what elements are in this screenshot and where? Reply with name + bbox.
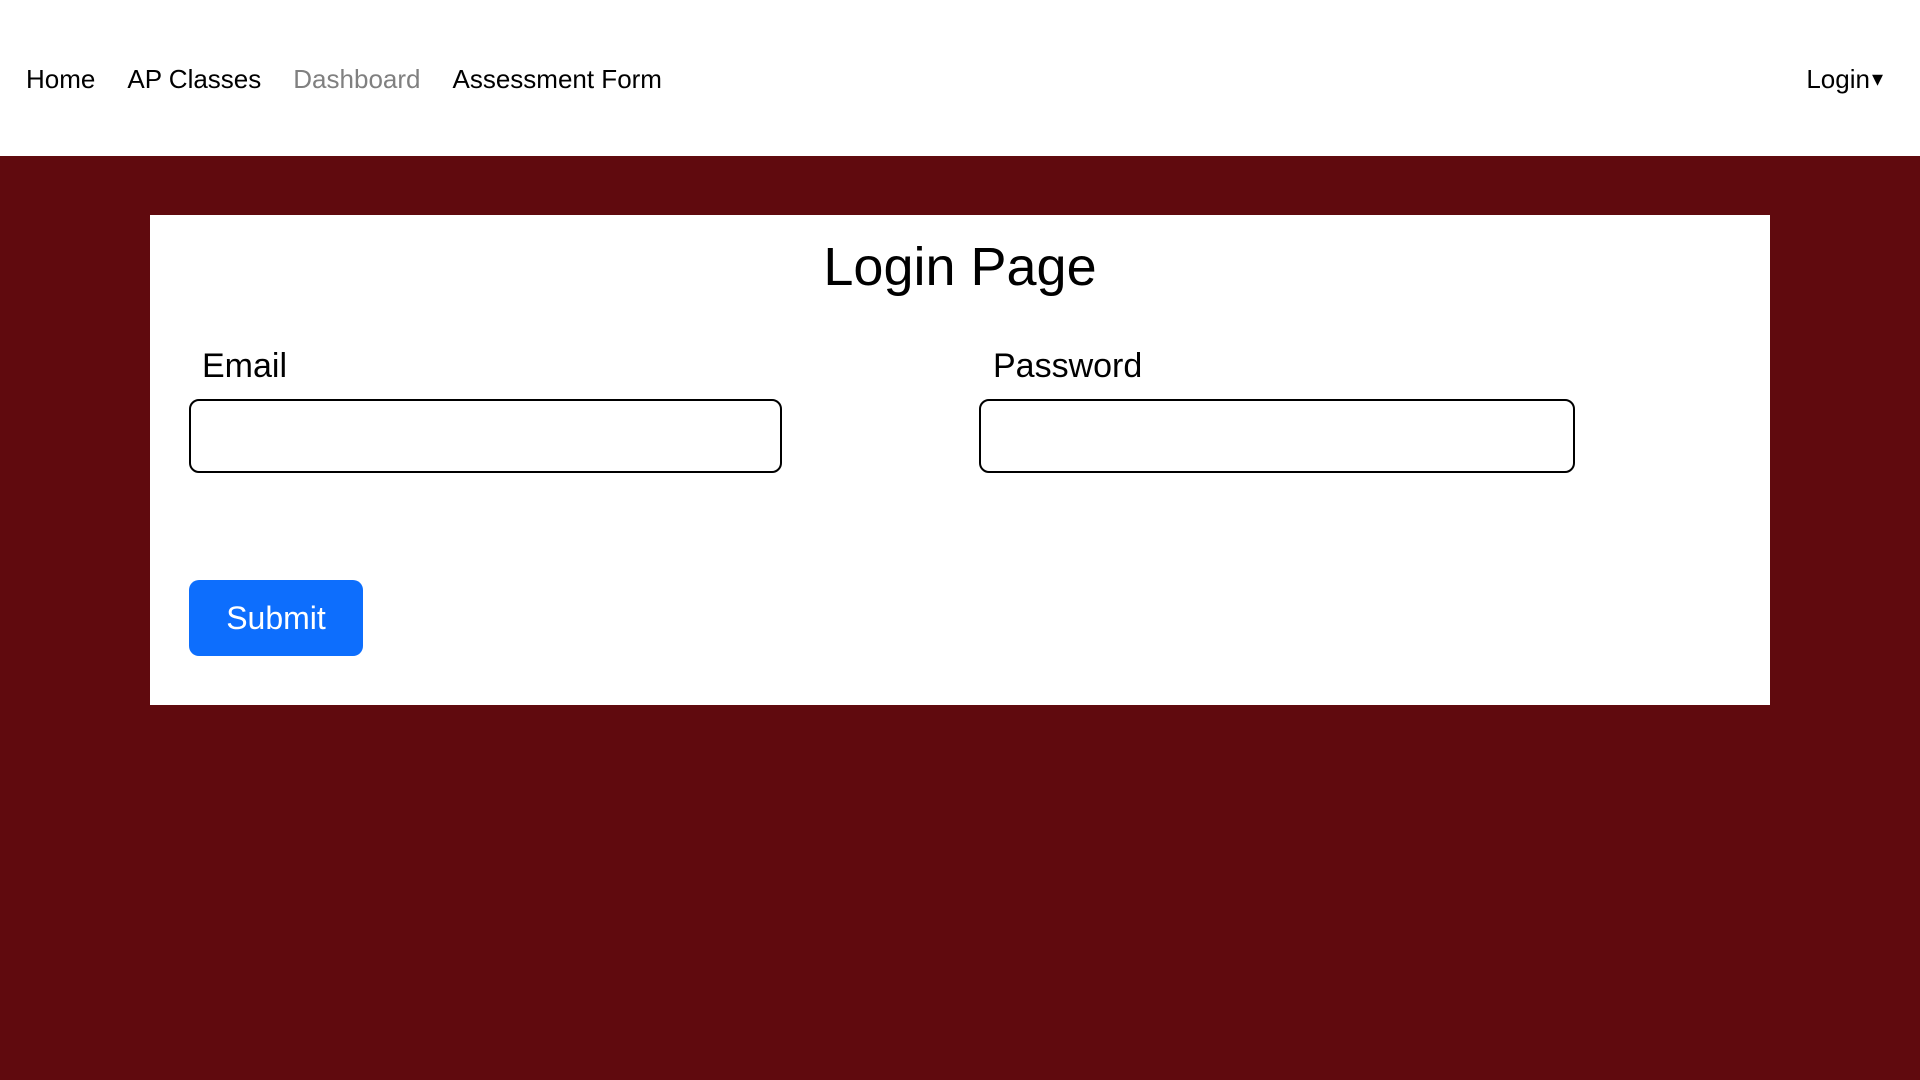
nav-link-home[interactable]: Home xyxy=(26,60,95,98)
password-input[interactable] xyxy=(979,399,1575,473)
email-label: Email xyxy=(202,347,288,385)
login-dropdown[interactable]: Login ▾ xyxy=(1806,60,1883,98)
nav-links: Home AP Classes Dashboard Assessment For… xyxy=(26,60,694,98)
submit-button[interactable]: Submit xyxy=(189,580,363,656)
login-dropdown-label: Login xyxy=(1806,64,1870,94)
nav-link-ap-classes[interactable]: AP Classes xyxy=(127,60,261,98)
nav-link-assessment-form[interactable]: Assessment Form xyxy=(452,60,662,98)
email-input[interactable] xyxy=(189,399,782,473)
page-title: Login Page xyxy=(823,237,1097,297)
caret-down-icon: ▾ xyxy=(1871,66,1883,91)
top-navbar: Home AP Classes Dashboard Assessment For… xyxy=(0,0,1920,156)
nav-link-dashboard[interactable]: Dashboard xyxy=(293,60,420,98)
password-label: Password xyxy=(993,347,1143,385)
main-content: Login Page Email Password Submit xyxy=(0,156,1920,1080)
login-card: Login Page Email Password Submit xyxy=(150,215,1770,705)
